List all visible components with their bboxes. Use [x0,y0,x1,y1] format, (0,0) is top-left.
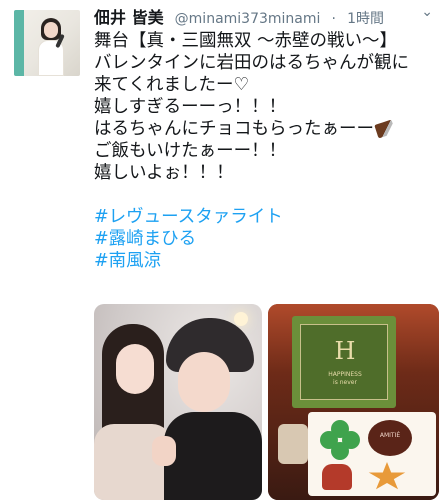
person-face [116,344,154,394]
timestamp[interactable]: 1時間 [347,11,384,27]
hashtag-link[interactable]: #露崎まひる [94,228,439,250]
tweet-line-with-emoji: はるちゃんにチョコもらったぁーー [94,118,439,140]
tweet-header: 佃井 皆美 @minami373minami · 1時間 ⌄ [94,4,437,28]
photo-right[interactable]: H HAPPINESS is never AMITIÉ [268,304,439,500]
chocolate-text: AMITIÉ [379,432,401,439]
tweet-text: 舞台【真・三國無双 〜赤壁の戦い〜】 バレンタインに岩田のはるちゃんが観に 来て… [94,30,439,272]
person-coat [164,412,262,500]
media-grid: H HAPPINESS is never AMITIÉ [94,304,439,500]
tweet-line: バレンタインに岩田のはるちゃんが観に [94,53,409,73]
separator-dot: · [331,11,336,27]
box-logo: H [334,337,356,365]
chevron-down-icon[interactable]: ⌄ [421,4,433,20]
tweet-line: 舞台【真・三國無双 〜赤壁の戦い〜】 [94,31,398,51]
box-caption-line: HAPPINESS [328,371,362,378]
box-caption-line: is never [333,379,357,386]
hashtag-link[interactable]: #レヴュースタァライト [94,206,439,228]
cup [278,424,308,464]
clover-chocolate [320,420,360,460]
tweet-line: 嬉しいよぉ！！！ [94,163,234,183]
heart-chocolate [322,464,352,490]
chocolate-box-label: H HAPPINESS is never [300,324,388,400]
display-name[interactable]: 佃井 皆美 [94,8,164,27]
tweet[interactable]: 佃井 皆美 @minami373minami · 1時間 ⌄ 舞台【真・三國無双… [0,0,445,500]
photo-left[interactable] [94,304,262,500]
tweet-line: 嬉しすぎるーーっ！！！ [94,97,287,117]
hashtag-link[interactable]: #南風涼 [94,250,439,272]
avatar[interactable] [14,10,80,76]
light-bulb [234,312,248,326]
tweet-line: ご飯もいけたぁーー！！ [94,141,287,161]
person-hand [152,436,176,466]
chocolate-bar-icon [374,119,396,139]
person-face [178,352,230,412]
chocolate-box-lid: H HAPPINESS is never [292,316,396,408]
user-handle[interactable]: @minami373minami [175,11,321,27]
tweet-line: はるちゃんにチョコもらったぁーー [94,119,374,139]
avatar-face [44,22,58,38]
tweet-line: 来てくれましたー♡ [94,75,250,95]
box-caption: HAPPINESS is never [305,371,385,387]
